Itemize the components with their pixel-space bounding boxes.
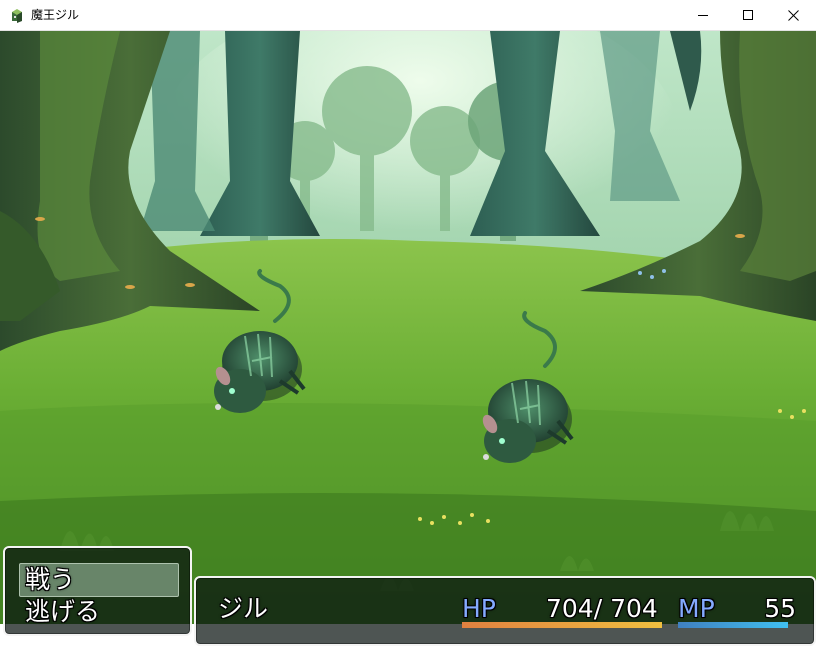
maximize-icon	[742, 10, 753, 20]
battle-status-window: ジル HP 704/ 704 MP 55	[194, 576, 816, 646]
mp-value: 55	[764, 594, 796, 623]
maximize-button[interactable]	[725, 0, 771, 31]
forest-background	[0, 31, 816, 624]
battle-scene	[0, 31, 816, 624]
fight-command[interactable]: 戦う	[25, 563, 75, 597]
close-button[interactable]	[770, 0, 816, 31]
game-app-icon	[12, 9, 22, 23]
window-titlebar: 魔王ジル	[0, 0, 816, 31]
actor-name[interactable]: ジル	[218, 594, 268, 624]
minimize-button[interactable]	[680, 0, 726, 31]
mp-label: MP	[678, 594, 715, 623]
minimize-icon	[697, 15, 708, 16]
party-command-window: 戦う 逃げる	[3, 546, 192, 636]
mp-gauge	[678, 622, 788, 628]
hp-gauge	[462, 622, 662, 628]
hp-value: 704/ 704	[546, 594, 658, 623]
hp-label: HP	[462, 594, 496, 623]
window-title: 魔王ジル	[31, 8, 80, 22]
close-icon	[787, 10, 799, 21]
